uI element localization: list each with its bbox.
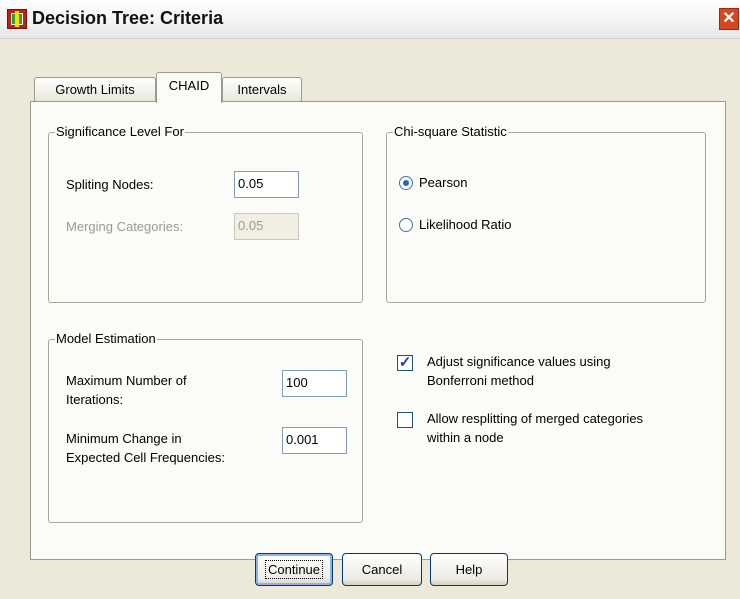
significance-group: Significance Level For Spliting Nodes: 0… <box>48 124 363 303</box>
significance-legend: Significance Level For <box>55 124 185 139</box>
tab-panel-chaid: Significance Level For Spliting Nodes: 0… <box>30 101 726 560</box>
allow-resplitting-checkbox[interactable] <box>397 412 413 428</box>
model-estimation-group: Model Estimation Maximum Number of Itera… <box>48 331 363 523</box>
merging-categories-input: 0.05 <box>234 213 299 240</box>
min-change-input[interactable]: 0.001 <box>282 427 347 454</box>
min-change-label-line1: Minimum Change in <box>66 431 182 446</box>
continue-button-label: Continue <box>264 560 324 579</box>
tab-intervals[interactable]: Intervals <box>222 77 302 102</box>
model-estimation-legend: Model Estimation <box>55 331 157 346</box>
continue-button[interactable]: Continue <box>255 553 333 586</box>
app-icon <box>7 9 27 29</box>
max-iterations-input[interactable]: 100 <box>282 370 347 397</box>
help-button[interactable]: Help <box>430 553 508 586</box>
adjust-significance-label-line1[interactable]: Adjust significance values using <box>427 354 611 370</box>
max-iterations-label-line2: Iterations: <box>66 392 124 407</box>
merging-categories-label: Merging Categories: <box>66 219 184 234</box>
tab-chaid[interactable]: CHAID <box>156 72 222 103</box>
max-iterations-label-line1: Maximum Number of <box>66 373 187 388</box>
pearson-radio[interactable] <box>399 176 413 190</box>
title-bar[interactable]: Decision Tree: Criteria ✕ <box>0 0 740 39</box>
likelihood-ratio-label[interactable]: Likelihood Ratio <box>419 217 512 233</box>
dialog-window: Decision Tree: Criteria ✕ Growth Limits … <box>0 0 740 599</box>
pearson-label[interactable]: Pearson <box>419 175 467 191</box>
allow-resplitting-label-line1[interactable]: Allow resplitting of merged categories <box>427 411 643 427</box>
chisquare-group: Chi-square Statistic Pearson Likelihood … <box>386 124 706 303</box>
tab-growth-limits[interactable]: Growth Limits <box>34 77 156 102</box>
min-change-label-line2: Expected Cell Frequencies: <box>66 450 225 465</box>
splitting-nodes-label: Spliting Nodes: <box>66 177 154 192</box>
likelihood-ratio-radio[interactable] <box>399 218 413 232</box>
splitting-nodes-input[interactable]: 0.05 <box>234 171 299 198</box>
chisquare-legend: Chi-square Statistic <box>393 124 508 139</box>
cancel-button[interactable]: Cancel <box>342 553 422 586</box>
allow-resplitting-label-line2[interactable]: within a node <box>427 430 504 446</box>
adjust-significance-label-line2[interactable]: Bonferroni method <box>427 373 534 389</box>
window-title: Decision Tree: Criteria <box>32 8 224 28</box>
adjust-significance-checkbox[interactable]: ✓ <box>397 355 413 371</box>
close-icon[interactable]: ✕ <box>719 8 739 30</box>
